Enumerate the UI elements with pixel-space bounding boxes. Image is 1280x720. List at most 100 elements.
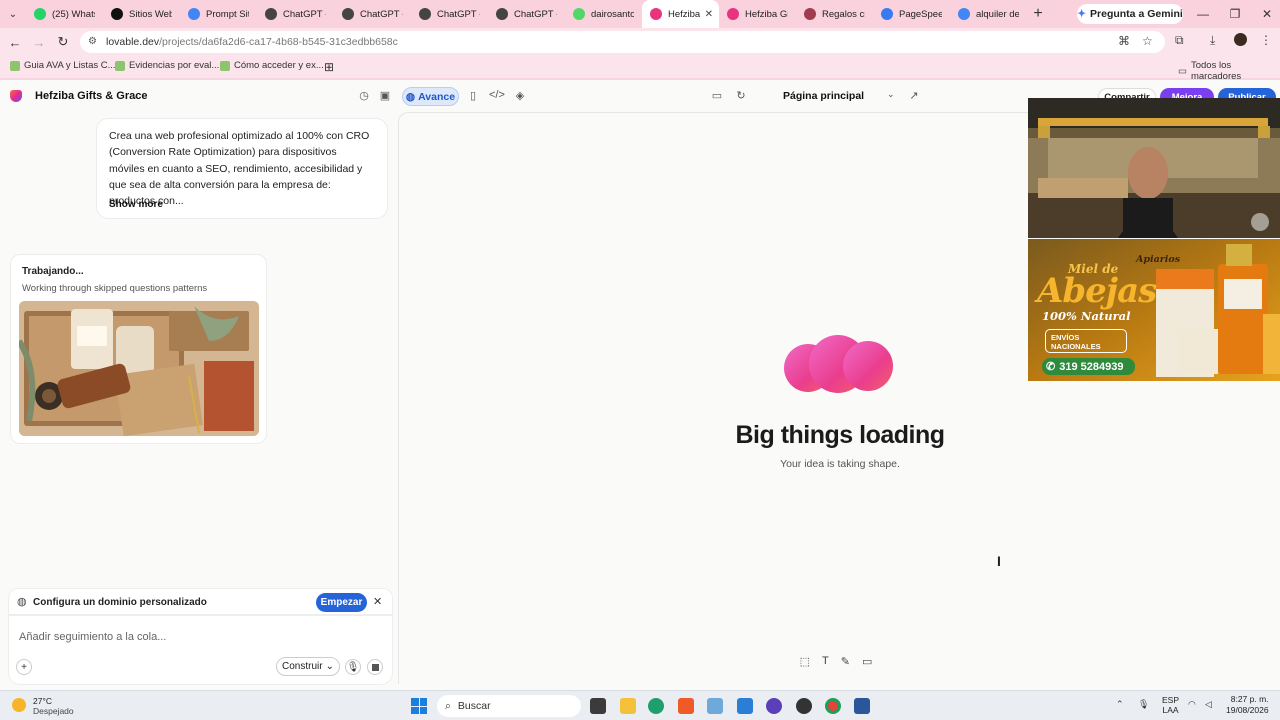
tab-favicon-icon — [111, 8, 123, 20]
tray-chevron-up-icon[interactable]: ⌃ — [1116, 699, 1124, 710]
select-element-icon[interactable]: ⬚ — [800, 655, 810, 673]
translate-icon[interactable]: ⌘ — [1118, 34, 1130, 48]
show-more-button[interactable]: Show more — [109, 199, 163, 210]
windows-start-icon[interactable] — [411, 698, 427, 714]
site-info-icon[interactable]: ⚙ — [88, 36, 100, 48]
pencil-icon[interactable]: ✎ — [841, 655, 850, 673]
back-icon[interactable]: ← — [6, 33, 24, 51]
browser-tab[interactable]: ChatGPT - C — [411, 0, 488, 28]
bookmark-star-icon[interactable]: ☆ — [1142, 34, 1153, 48]
taskbar-search[interactable]: ⌕ Buscar — [437, 695, 581, 717]
profile-avatar[interactable] — [1234, 33, 1247, 46]
close-tab-icon[interactable]: ✕ — [705, 9, 713, 20]
microphone-icon[interactable]: 🎙 — [345, 659, 361, 675]
task-view-icon[interactable] — [590, 698, 606, 714]
layers-icon[interactable]: ◈ — [513, 89, 527, 103]
browser-tab[interactable]: Sitios Webs — [103, 0, 180, 28]
tab-title: Prompt Sitio — [206, 8, 249, 20]
chrome-icon[interactable] — [825, 698, 841, 714]
language-indicator[interactable]: ESP LAA — [1162, 695, 1179, 715]
chat-input-placeholder[interactable]: Añadir seguimiento a la cola... — [19, 631, 166, 643]
working-status-card: Trabajando... Working through skipped qu… — [10, 254, 267, 444]
wifi-icon[interactable]: ◠ — [1188, 699, 1196, 710]
tab-favicon-icon — [496, 8, 508, 20]
apps-grid-icon[interactable]: ⊞ — [324, 60, 334, 74]
history-icon[interactable]: ◷ — [357, 89, 371, 103]
browser-menu-icon[interactable]: ⋮ — [1260, 33, 1272, 47]
close-icon[interactable]: ✕ — [373, 595, 382, 608]
page-selector[interactable]: Página principal — [783, 90, 864, 102]
browser-tab[interactable]: ChatGPT - S — [334, 0, 411, 28]
downloads-icon[interactable]: ⤓ — [1210, 33, 1215, 48]
start-domain-button[interactable]: Empezar — [316, 593, 367, 612]
edge-icon[interactable] — [648, 698, 664, 714]
browser-tab[interactable]: Regalos cris — [796, 0, 873, 28]
bookmark-item[interactable]: Guia AVA y Listas C... — [10, 60, 116, 71]
app-icon[interactable] — [737, 698, 753, 714]
brave-icon[interactable] — [678, 698, 694, 714]
extensions-icon[interactable]: ⧉ — [1175, 33, 1184, 48]
tab-title: Sitios Webs — [129, 8, 172, 20]
volume-icon[interactable]: ◁ — [1205, 699, 1212, 710]
gemini-button[interactable]: ✦ Pregunta a Gemini — [1077, 4, 1183, 24]
ad-brand: Apiarios — [1136, 254, 1181, 265]
browser-tab[interactable]: Hefziba ✕ — [642, 0, 719, 28]
browser-tab[interactable]: PageSpeed — [873, 0, 950, 28]
user-prompt-message: Crea una web profesional optimizado al 1… — [96, 118, 388, 219]
tab-title: ChatGPT - C — [514, 8, 557, 20]
new-tab-button[interactable]: + — [1027, 5, 1049, 23]
tab-favicon-icon — [958, 8, 970, 20]
tab-title: (25) WhatsA — [52, 8, 95, 20]
refresh-preview-icon[interactable]: ↻ — [734, 89, 748, 103]
weather-desc[interactable]: Despejado — [33, 706, 74, 716]
tab-search-icon[interactable]: ⌄ — [0, 9, 26, 20]
file-icon[interactable]: ▯ — [466, 89, 480, 103]
close-window-icon[interactable]: ✕ — [1250, 0, 1280, 28]
word-icon[interactable] — [854, 698, 870, 714]
all-bookmarks-folder[interactable]: ▭ Todos los marcadores — [1178, 60, 1280, 82]
reload-icon[interactable]: ↻ — [54, 33, 72, 51]
weather-temp[interactable]: 27°C — [33, 696, 52, 706]
weather-sun-icon[interactable] — [12, 698, 26, 712]
forward-icon[interactable]: → — [30, 33, 48, 51]
text-tool-icon[interactable]: T — [822, 655, 829, 673]
browser-tab[interactable]: alquiler de a — [950, 0, 1027, 28]
url-field[interactable]: ⚙ lovable.dev/projects/da6fa2d6-ca17-4b6… — [80, 31, 1165, 53]
code-icon[interactable]: </> — [489, 89, 505, 103]
tab-favicon-icon — [650, 8, 662, 20]
system-clock[interactable]: 8:27 p. m. 19/08/2026 — [1226, 694, 1269, 716]
browser-tab[interactable]: ChatGPT - C — [488, 0, 565, 28]
browser-tab[interactable]: ChatGPT - A — [257, 0, 334, 28]
add-attachment-icon[interactable]: + — [16, 659, 32, 675]
github-icon[interactable] — [796, 698, 812, 714]
bookmark-item[interactable]: Evidencias por eval... — [115, 60, 219, 71]
comment-icon[interactable]: ▭ — [862, 655, 872, 673]
snipping-tool-icon[interactable] — [707, 698, 723, 714]
ad-shipping-badge: ENVÍOS NACIONALES — [1045, 329, 1127, 353]
preview-mode-button[interactable]: ◍ Avance — [402, 87, 459, 106]
bookmark-item[interactable]: Cómo acceder y ex... — [220, 60, 324, 71]
lovable-logo-icon[interactable] — [10, 90, 22, 102]
desktop-view-icon[interactable]: ▭ — [710, 89, 724, 103]
browser-tab[interactable]: Hefziba Gift — [719, 0, 796, 28]
sidebar-toggle-icon[interactable]: ▣ — [378, 89, 392, 103]
browser-tab[interactable]: (25) WhatsA — [26, 0, 103, 28]
build-mode-select[interactable]: Construir ⌄ — [276, 657, 340, 676]
browser-tab[interactable]: dairosantos — [565, 0, 642, 28]
chat-input-box[interactable]: Añadir seguimiento a la cola... + Constr… — [8, 615, 393, 685]
tab-title: PageSpeed — [899, 8, 942, 20]
chevron-down-icon[interactable]: ⌄ — [887, 89, 895, 100]
prompt-text: Crea una web profesional optimizado al 1… — [109, 130, 370, 208]
app-circle-icon[interactable] — [766, 698, 782, 714]
microphone-tray-icon[interactable]: 🎙 — [1138, 699, 1149, 710]
chevron-down-icon[interactable]: ⌄ — [131, 90, 139, 101]
tab-favicon-icon — [881, 8, 893, 20]
file-explorer-icon[interactable] — [620, 698, 636, 714]
open-external-icon[interactable]: ↗ — [907, 89, 921, 103]
restore-icon[interactable]: ❐ — [1218, 0, 1252, 28]
minimize-icon[interactable]: — — [1186, 0, 1220, 28]
stop-icon[interactable] — [367, 659, 383, 675]
honey-advertisement: Apiarios Miel de Abejas 100% Natural ENV… — [1028, 239, 1280, 381]
browser-tab[interactable]: Prompt Sitio — [180, 0, 257, 28]
bookmark-icon — [10, 60, 20, 71]
